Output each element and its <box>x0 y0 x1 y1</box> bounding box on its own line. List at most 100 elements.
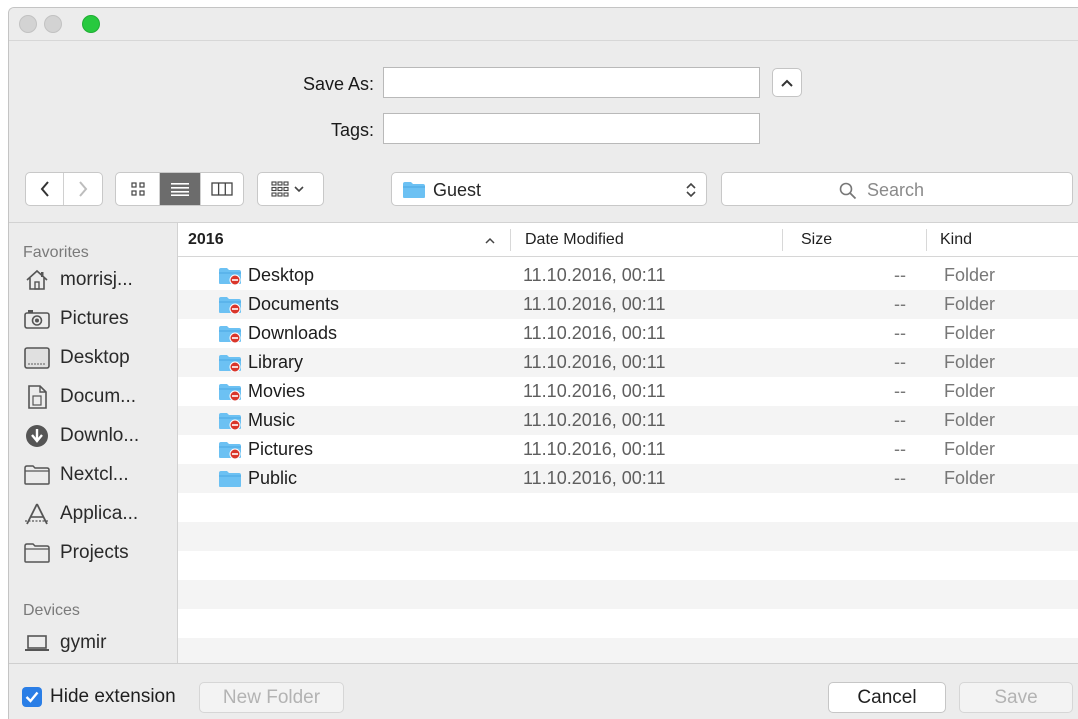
camera-icon <box>23 307 51 331</box>
file-name-cell: Library <box>218 348 303 377</box>
zoom-window-button[interactable] <box>82 15 100 33</box>
file-size: -- <box>894 439 906 459</box>
laptop-icon <box>23 631 51 655</box>
empty-row <box>178 493 1078 522</box>
download-icon <box>23 424 51 448</box>
new-folder-button[interactable]: New Folder <box>199 682 344 713</box>
file-row[interactable]: Pictures 11.10.2016, 00:11 -- Folder <box>178 435 1078 464</box>
view-mode-selector <box>115 172 244 206</box>
file-row[interactable]: Desktop 11.10.2016, 00:11 -- Folder <box>178 261 1078 290</box>
file-date: 11.10.2016, 00:11 <box>523 323 666 343</box>
icon-view-button[interactable] <box>116 173 160 205</box>
title-bar <box>9 8 1078 41</box>
list-view-button[interactable] <box>160 173 201 205</box>
file-size: -- <box>894 323 906 343</box>
file-kind: Folder <box>944 323 996 343</box>
folder-icon <box>219 354 241 372</box>
file-size: -- <box>894 265 906 285</box>
search-field[interactable]: Search <box>721 172 1073 206</box>
column-view-button[interactable] <box>201 173 243 205</box>
file-row[interactable]: Public 11.10.2016, 00:11 -- Folder <box>178 464 1078 493</box>
sidebar-item-label: Projects <box>60 542 129 563</box>
empty-row <box>178 551 1078 580</box>
document-icon <box>23 385 51 409</box>
sidebar-item-nextcloud[interactable]: Nextcl... <box>23 459 173 491</box>
arrange-menu-button[interactable] <box>257 172 324 206</box>
sidebar-item-label: Pictures <box>60 308 129 329</box>
column-header-kind[interactable]: Kind <box>940 223 1060 257</box>
sidebar-item-downloads[interactable]: Downlo... <box>23 420 173 452</box>
sidebar-item-label: Downlo... <box>60 425 140 446</box>
bottom-bar: Hide extension New Folder Cancel Save <box>9 663 1078 719</box>
tags-input[interactable] <box>383 113 760 144</box>
save-button[interactable]: Save <box>959 682 1073 713</box>
column-separator <box>782 229 783 251</box>
folder-icon <box>219 441 241 459</box>
file-name-cell: Documents <box>218 290 339 319</box>
file-kind: Folder <box>944 265 996 285</box>
file-date: 11.10.2016, 00:11 <box>523 381 666 401</box>
file-row[interactable]: Music 11.10.2016, 00:11 -- Folder <box>178 406 1078 435</box>
minimize-window-button[interactable] <box>44 15 62 33</box>
sidebar-item-documents[interactable]: Docum... <box>23 381 173 413</box>
file-name-cell: Downloads <box>218 319 337 348</box>
back-button[interactable] <box>26 173 65 205</box>
column-header-label: 2016 <box>188 231 224 248</box>
file-row[interactable]: Library 11.10.2016, 00:11 -- Folder <box>178 348 1078 377</box>
sidebar-item-gymir[interactable]: gymir <box>23 627 173 659</box>
search-placeholder: Search <box>867 180 925 200</box>
column-header-date[interactable]: Date Modified <box>525 223 775 257</box>
sidebar-item-applications[interactable]: Applica... <box>23 498 173 530</box>
checkmark-icon <box>25 691 39 703</box>
file-name-cell: Desktop <box>218 261 314 290</box>
expand-dialog-button[interactable] <box>772 68 802 97</box>
save-as-input[interactable] <box>383 67 760 98</box>
folder-icon <box>219 325 241 343</box>
file-date: 11.10.2016, 00:11 <box>523 410 666 430</box>
sidebar-item-label: Nextcl... <box>60 464 129 485</box>
cancel-button[interactable]: Cancel <box>828 682 946 713</box>
sidebar-item-projects[interactable]: Projects <box>23 537 173 569</box>
file-size: -- <box>894 381 906 401</box>
sidebar-item-home[interactable]: morrisj... <box>23 264 173 296</box>
sidebar-item-desktop[interactable]: Desktop <box>23 342 173 374</box>
desktop-icon <box>23 346 51 370</box>
file-date: 11.10.2016, 00:11 <box>523 439 666 459</box>
list-icon <box>171 183 189 196</box>
file-name: Movies <box>248 381 306 401</box>
hide-extension-checkbox[interactable] <box>22 687 42 707</box>
save-as-label: Save As: <box>302 74 374 94</box>
file-kind: Folder <box>944 381 996 401</box>
file-name-cell: Pictures <box>218 435 313 464</box>
file-row[interactable]: Documents 11.10.2016, 00:11 -- Folder <box>178 290 1078 319</box>
home-icon <box>23 268 51 292</box>
forward-button[interactable] <box>64 173 102 205</box>
list-header: 2016 Date Modified Size Kind <box>178 223 1078 257</box>
file-name: Music <box>248 410 296 430</box>
file-name-cell: Music <box>218 406 295 435</box>
close-window-button[interactable] <box>19 15 37 33</box>
file-name: Public <box>248 468 298 488</box>
location-popup[interactable]: Guest <box>391 172 707 206</box>
file-name-cell: Movies <box>218 377 305 406</box>
file-kind: Folder <box>944 352 996 372</box>
empty-row <box>178 580 1078 609</box>
sidebar-item-label: gymir <box>60 632 107 653</box>
folder-icon <box>403 182 425 198</box>
file-row[interactable]: Downloads 11.10.2016, 00:11 -- Folder <box>178 319 1078 348</box>
history-navigation <box>25 172 103 206</box>
file-kind: Folder <box>944 439 996 459</box>
file-size: -- <box>894 468 906 488</box>
column-header-name[interactable]: 2016 <box>188 223 508 257</box>
grid-icon <box>130 182 145 196</box>
file-row[interactable]: Movies 11.10.2016, 00:11 -- Folder <box>178 377 1078 406</box>
empty-row <box>178 522 1078 551</box>
file-date: 11.10.2016, 00:11 <box>523 294 666 314</box>
sidebar-item-label: morrisj... <box>60 269 133 290</box>
hide-extension-label[interactable]: Hide extension <box>50 686 176 708</box>
sidebar-item-pictures[interactable]: Pictures <box>23 303 173 335</box>
folder-icon <box>219 383 241 401</box>
column-header-size[interactable]: Size <box>801 223 921 257</box>
sidebar-item-label: Desktop <box>60 347 130 368</box>
chevron-up-icon <box>781 79 793 87</box>
